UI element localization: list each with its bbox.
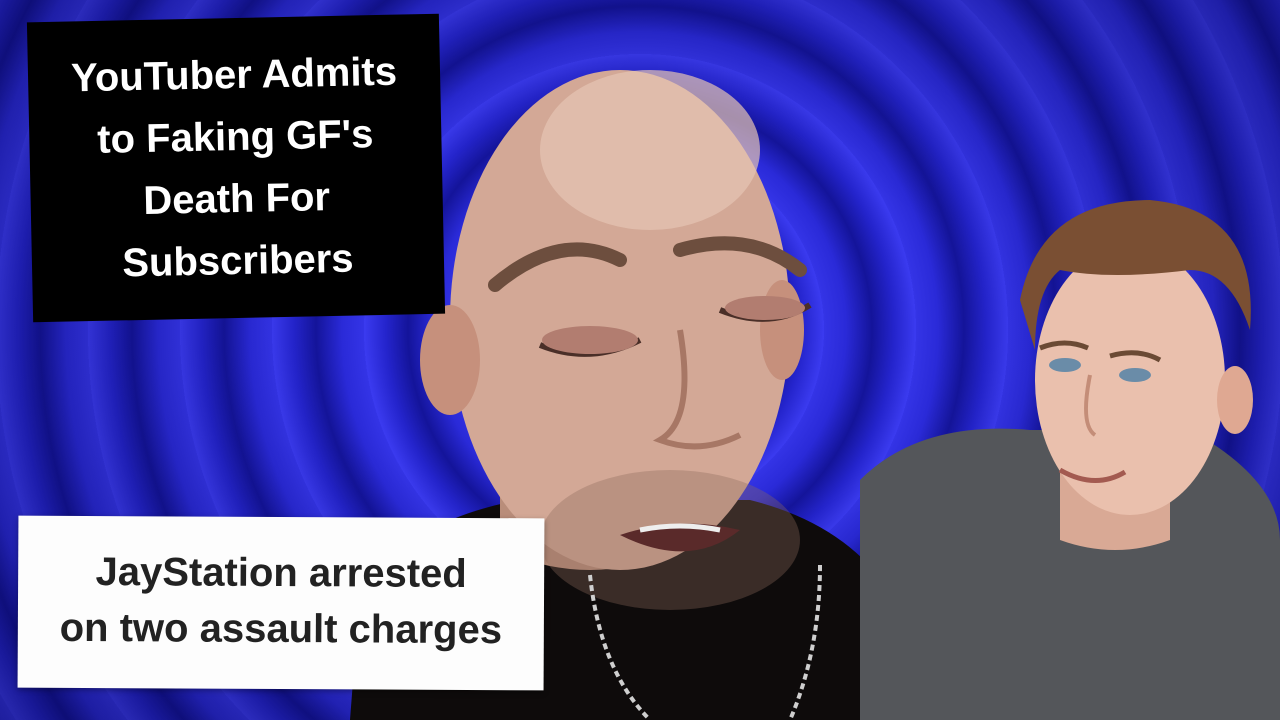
caption-line: JayStation arrested [95, 550, 467, 596]
video-thumbnail: YouTuber Admits to Faking GF's Death For… [0, 0, 1280, 720]
reacting-man-photo [860, 200, 1280, 720]
caption-line: on two assault charges [59, 605, 503, 653]
headline-line: Death For [142, 175, 331, 223]
headline-line: Subscribers [121, 236, 354, 286]
article-caption-box: JayStation arrested on two assault charg… [17, 515, 545, 691]
article-caption-text: JayStation arrested on two assault charg… [18, 544, 545, 659]
headline-box: YouTuber Admits to Faking GF's Death For… [26, 13, 446, 323]
headline-line: YouTuber Admits [70, 49, 398, 101]
headline-line: to Faking GF's [96, 112, 374, 162]
headline-text: YouTuber Admits to Faking GF's Death For… [33, 40, 438, 296]
